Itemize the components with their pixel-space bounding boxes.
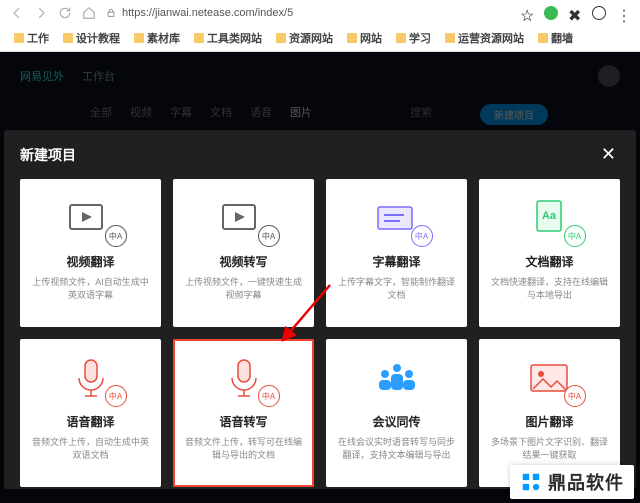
- watermark: 鼎品软件: [510, 465, 634, 499]
- close-icon[interactable]: ✕: [597, 144, 620, 165]
- new-project-button[interactable]: 新建项目: [480, 104, 548, 125]
- extension-icons: ☆ ✖ ⋮: [520, 6, 630, 20]
- bookmark-item[interactable]: 运营资源网站: [445, 30, 524, 46]
- forward-icon[interactable]: [34, 6, 48, 20]
- search-input[interactable]: 搜索: [410, 104, 432, 125]
- card-title: 语音转写: [219, 413, 267, 430]
- avatar[interactable]: [598, 65, 620, 87]
- project-card-mic-5[interactable]: 中A 语音转写 音频文件上传，转写可在线编辑与导出的文档: [173, 339, 314, 487]
- mic-icon: 中A: [214, 353, 274, 403]
- project-card-doc-3[interactable]: Aa中A 文档翻译 文档快速翻译，支持在线编辑与本地导出: [479, 179, 620, 327]
- watermark-text: 鼎品软件: [548, 469, 624, 495]
- bookmark-item[interactable]: 翻墙: [538, 30, 573, 46]
- profile-icon[interactable]: [592, 6, 606, 20]
- card-title: 会议同传: [372, 413, 420, 430]
- project-card-mic-4[interactable]: 中A 语音翻译 音频文件上传，自动生成中英双语文档: [20, 339, 161, 487]
- bookmarks-bar: 工作 设计教程 素材库 工具类网站 资源网站 网站 学习 运营资源网站 翻墙: [0, 26, 640, 50]
- nav-workbench[interactable]: 工作台: [82, 68, 115, 84]
- doc-icon: Aa中A: [520, 193, 580, 243]
- card-title: 视频转写: [219, 253, 267, 270]
- lock-icon: [106, 8, 116, 18]
- tab[interactable]: 字幕: [170, 104, 192, 125]
- bookmark-item[interactable]: 资源网站: [276, 30, 333, 46]
- url-bar[interactable]: https://jianwai.netease.com/index/5: [106, 7, 510, 19]
- card-desc: 上传字幕文字，智能制作翻译文档: [336, 276, 457, 301]
- bookmark-item[interactable]: 工具类网站: [194, 30, 262, 46]
- tab[interactable]: 视频: [130, 104, 152, 125]
- card-desc: 文档快速翻译，支持在线编辑与本地导出: [489, 276, 610, 301]
- url-text: https://jianwai.netease.com/index/5: [122, 7, 293, 19]
- card-desc: 音频文件上传，自动生成中英双语文档: [30, 436, 151, 461]
- subtitle-icon: 中A: [367, 193, 427, 243]
- bookmark-item[interactable]: 素材库: [134, 30, 180, 46]
- card-desc: 在线会议实时语音转写与同步翻译，支持文本编辑与导出: [336, 436, 457, 461]
- tab[interactable]: 文档: [210, 104, 232, 125]
- project-card-subtitle-2[interactable]: 中A 字幕翻译 上传字幕文字，智能制作翻译文档: [326, 179, 467, 327]
- svg-text:Aa: Aa: [541, 210, 556, 222]
- ext-icon-1[interactable]: [544, 6, 558, 20]
- menu-icon[interactable]: ⋮: [616, 6, 630, 20]
- project-type-grid: 中A 视频翻译 上传视频文件，AI自动生成中英双语字幕 中A 视频转写 上传视频…: [20, 179, 620, 487]
- project-card-video-0[interactable]: 中A 视频翻译 上传视频文件，AI自动生成中英双语字幕: [20, 179, 161, 327]
- modal-title: 新建项目: [20, 145, 76, 165]
- card-desc: 上传视频文件，一键快速生成视频字幕: [183, 276, 304, 301]
- card-title: 语音翻译: [66, 413, 114, 430]
- card-desc: 上传视频文件，AI自动生成中英双语字幕: [30, 276, 151, 301]
- tab[interactable]: 语音: [250, 104, 272, 125]
- new-project-modal: 新建项目 ✕ 中A 视频翻译 上传视频文件，AI自动生成中英双语字幕 中A 视频…: [4, 130, 636, 489]
- bookmark-item[interactable]: 工作: [14, 30, 49, 46]
- video-icon: 中A: [61, 193, 121, 243]
- reload-icon[interactable]: [58, 6, 72, 20]
- tab-active[interactable]: 图片: [290, 104, 312, 125]
- card-title: 视频翻译: [66, 253, 114, 270]
- watermark-logo-icon: [520, 471, 542, 493]
- home-icon[interactable]: [82, 6, 96, 20]
- card-desc: 多场景下图片文字识别、翻译结果一键获取: [489, 436, 610, 461]
- card-title: 图片翻译: [525, 413, 573, 430]
- mic-icon: 中A: [61, 353, 121, 403]
- brand: 网易见外: [20, 68, 64, 84]
- video-icon: 中A: [214, 193, 274, 243]
- bookmark-item[interactable]: 设计教程: [63, 30, 120, 46]
- star-icon[interactable]: ☆: [520, 6, 534, 20]
- image-icon: 中A: [520, 353, 580, 403]
- card-title: 文档翻译: [525, 253, 573, 270]
- tab[interactable]: 全部: [90, 104, 112, 125]
- ext-icon-2[interactable]: ✖: [568, 6, 582, 20]
- meeting-icon: [367, 353, 427, 403]
- project-card-meeting-6[interactable]: 会议同传 在线会议实时语音转写与同步翻译，支持文本编辑与导出: [326, 339, 467, 487]
- card-desc: 音频文件上传，转写可在线编辑与导出的文档: [183, 436, 304, 461]
- bookmark-item[interactable]: 学习: [396, 30, 431, 46]
- browser-chrome: https://jianwai.netease.com/index/5 ☆ ✖ …: [0, 0, 640, 52]
- bookmark-item[interactable]: 网站: [347, 30, 382, 46]
- card-title: 字幕翻译: [372, 253, 420, 270]
- project-card-video-1[interactable]: 中A 视频转写 上传视频文件，一键快速生成视频字幕: [173, 179, 314, 327]
- category-tabs: 全部 视频 字幕 文档 语音 图片 搜索 新建项目: [90, 104, 620, 125]
- back-icon[interactable]: [10, 6, 24, 20]
